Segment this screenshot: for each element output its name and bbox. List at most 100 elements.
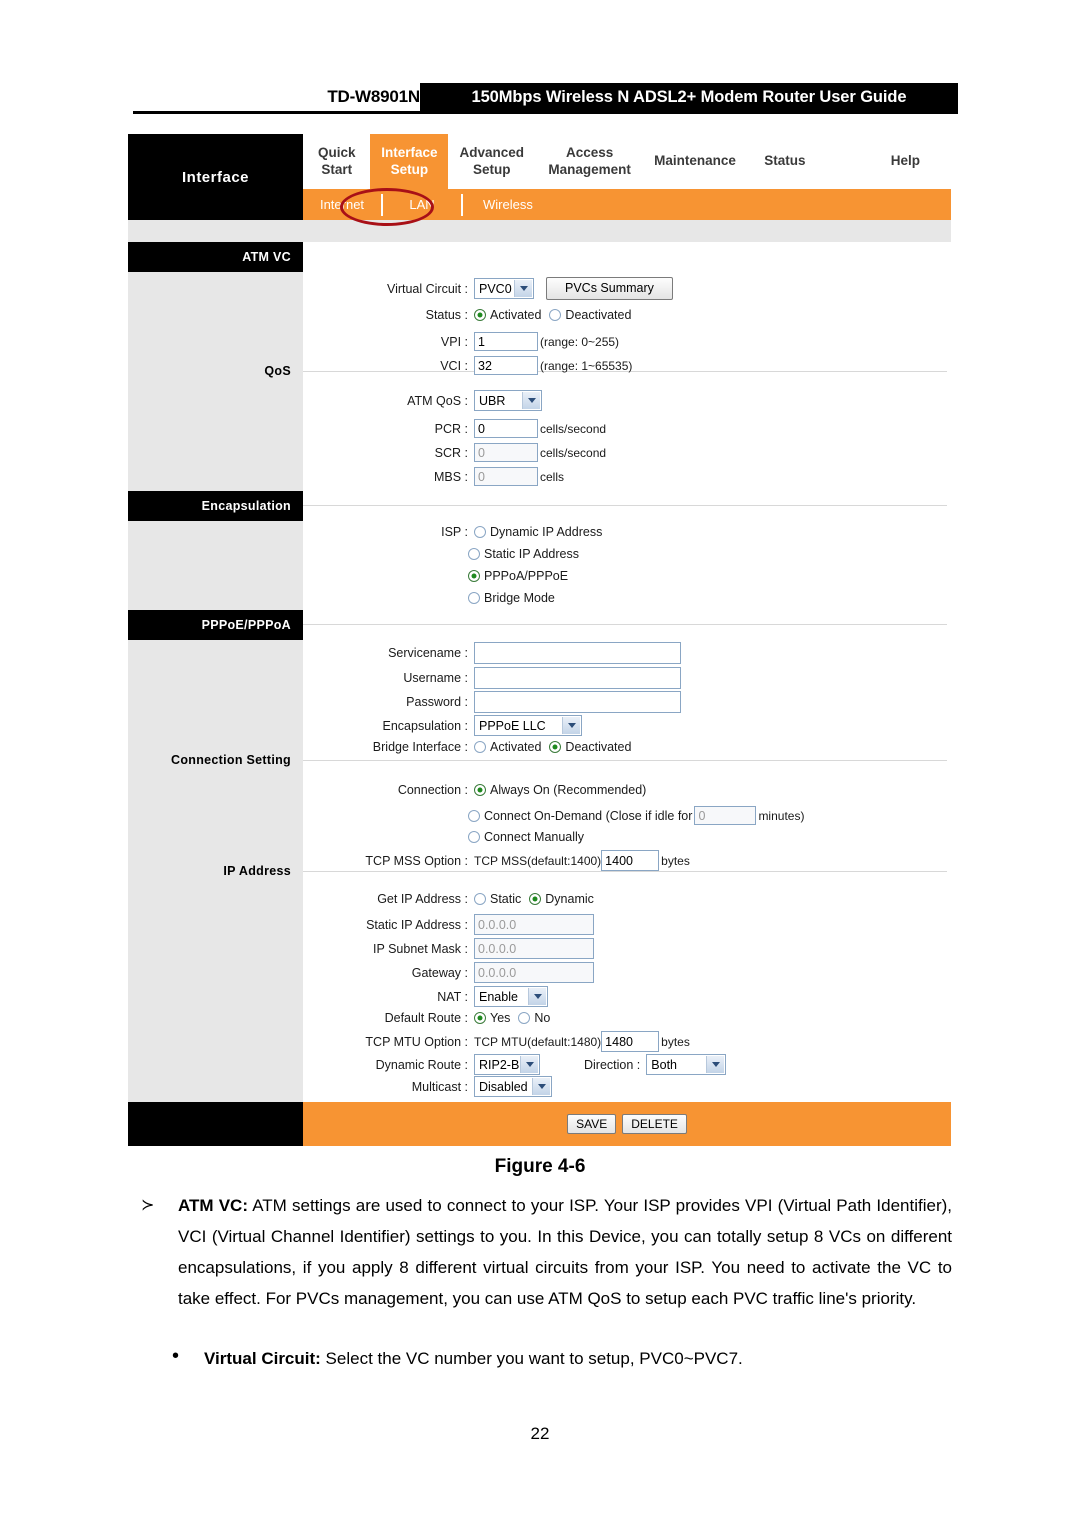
- router-navigation: Interface Quick Start Interface Setup Ad…: [128, 134, 951, 226]
- field-nat: NAT : Enable: [303, 986, 548, 1007]
- isp-radio-static-ip[interactable]: Static IP Address: [468, 547, 579, 561]
- field-connection: Connection : Always On (Recommended): [303, 783, 654, 797]
- status-radio-deactivated[interactable]: Deactivated: [549, 308, 631, 322]
- nat-select[interactable]: Enable: [474, 986, 548, 1007]
- field-password: Password :: [303, 691, 681, 713]
- radio-dot-icon: [549, 309, 562, 321]
- save-button[interactable]: SAVE: [567, 1113, 617, 1135]
- direction-select[interactable]: Both: [646, 1054, 727, 1075]
- isp-option-dynamic-ip: Dynamic IP Address: [490, 525, 603, 539]
- delete-button[interactable]: DELETE: [622, 1113, 687, 1135]
- scr-input[interactable]: [474, 443, 538, 462]
- tcp-mtu-input[interactable]: [601, 1031, 660, 1052]
- isp-option-bridge-mode: Bridge Mode: [484, 591, 555, 605]
- tab-status[interactable]: Status: [746, 134, 824, 189]
- nav-tab-bar: Quick Start Interface Setup Advanced Set…: [303, 134, 951, 189]
- radio-dot-icon: [468, 548, 480, 560]
- static-ip-label: Static IP Address :: [366, 917, 468, 932]
- tab-interface-setup[interactable]: Interface Setup: [370, 134, 449, 189]
- default-route-radio-no[interactable]: No: [518, 1011, 550, 1025]
- nat-label: NAT :: [437, 989, 468, 1004]
- get-ip-radio-dynamic[interactable]: Dynamic: [529, 892, 594, 906]
- status-radio-activated[interactable]: Activated: [474, 308, 541, 322]
- field-status: Status : Activated Deactivated: [303, 308, 639, 322]
- status-activated-label: Activated: [490, 308, 542, 322]
- nat-value: Enable: [479, 989, 518, 1004]
- tcp-mss-input[interactable]: [601, 850, 660, 871]
- connection-radio-manual[interactable]: Connect Manually: [468, 830, 584, 844]
- radio-dot-icon: [474, 893, 486, 905]
- atm-qos-select[interactable]: UBR: [474, 390, 542, 411]
- default-route-no-label: No: [534, 1011, 551, 1025]
- subtab-wireless[interactable]: Wireless: [463, 189, 593, 220]
- chevron-down-icon: [528, 988, 546, 1005]
- radio-dot-icon: [529, 893, 542, 905]
- multicast-select[interactable]: Disabled: [474, 1076, 552, 1097]
- isp-radio-bridge-mode[interactable]: Bridge Mode: [468, 591, 555, 605]
- chevron-down-icon: [532, 1078, 550, 1095]
- field-multicast: Multicast : Disabled: [303, 1076, 552, 1097]
- pvcs-summary-button[interactable]: PVCs Summary: [546, 277, 673, 300]
- connection-label: Connection :: [397, 783, 468, 797]
- field-dynamic-route: Dynamic Route : RIP2-B Direction : Both: [303, 1054, 727, 1075]
- static-ip-input[interactable]: [474, 914, 594, 935]
- subnet-input[interactable]: [474, 938, 594, 959]
- document-running-header: TD-W8901N 150Mbps Wireless N ADSL2+ Mode…: [133, 83, 958, 114]
- bridge-activated-label: Activated: [490, 740, 542, 754]
- get-ip-radio-static[interactable]: Static: [474, 892, 521, 906]
- default-route-radio-yes[interactable]: Yes: [474, 1011, 510, 1025]
- isp-radio-pppoa-pppoe[interactable]: PPPoA/PPPoE: [468, 569, 568, 583]
- connection-radio-on-demand[interactable]: Connect On-Demand (Close if idle for: [468, 809, 692, 823]
- atm-qos-value: UBR: [479, 393, 506, 408]
- field-connect-manually: Connect Manually: [468, 830, 592, 844]
- radio-dot-icon: [468, 592, 480, 604]
- idle-timeout-input[interactable]: [694, 806, 757, 825]
- tab-quick-start[interactable]: Quick Start: [303, 134, 370, 189]
- isp-radio-dynamic-ip[interactable]: Dynamic IP Address: [474, 525, 602, 539]
- connection-on-demand-label: Connect On-Demand (Close if idle for: [484, 808, 693, 823]
- nav-brand-label: Interface: [128, 134, 303, 220]
- mbs-input[interactable]: [474, 467, 538, 486]
- subtab-lan[interactable]: LAN: [383, 189, 461, 220]
- pcr-input[interactable]: [474, 419, 538, 438]
- servicename-input[interactable]: [474, 642, 681, 664]
- status-deactivated-label: Deactivated: [565, 308, 632, 322]
- username-input[interactable]: [474, 667, 681, 689]
- content-top-strip: [128, 220, 951, 242]
- vci-input[interactable]: [474, 356, 538, 375]
- radio-dot-icon: [474, 526, 486, 538]
- vpi-input[interactable]: [474, 332, 538, 351]
- tab-access-management[interactable]: Access Management: [535, 134, 644, 189]
- tab-maintenance-label: Maintenance: [654, 153, 736, 169]
- servicename-label: Servicename :: [388, 646, 468, 660]
- virtual-circuit-select[interactable]: PVC0: [474, 278, 534, 299]
- bridge-radio-activated[interactable]: Activated: [474, 740, 541, 754]
- field-scr: SCR : cells/second: [303, 443, 606, 462]
- tcp-mtu-prefix: TCP MTU(default:1480): [474, 1034, 602, 1049]
- scr-label: SCR :: [434, 445, 468, 460]
- connection-radio-always-on[interactable]: Always On (Recommended): [474, 783, 646, 797]
- bridge-interface-label: Bridge Interface :: [372, 740, 468, 754]
- gateway-input[interactable]: [474, 962, 594, 983]
- bridge-radio-deactivated[interactable]: Deactivated: [549, 740, 631, 754]
- nav-subtab-bar: Internet LAN Wireless: [303, 189, 951, 220]
- dynamic-route-select[interactable]: RIP2-B: [474, 1054, 540, 1075]
- field-gateway: Gateway :: [303, 962, 594, 983]
- virtual-circuit-value: PVC0: [479, 281, 512, 296]
- tab-help[interactable]: Help: [860, 134, 951, 189]
- vci-label: VCI :: [440, 358, 468, 373]
- field-isp: ISP : Dynamic IP Address: [303, 525, 610, 539]
- encapsulation-select[interactable]: PPPoE LLC: [474, 715, 582, 736]
- username-label: Username :: [403, 671, 468, 685]
- tab-advanced-setup[interactable]: Advanced Setup: [448, 134, 535, 189]
- mbs-unit: cells: [540, 469, 565, 484]
- field-isp-bridge: Bridge Mode: [468, 591, 563, 605]
- connect-manually-label: Connect Manually: [484, 830, 585, 844]
- field-tcp-mss: TCP MSS Option : TCP MSS(default:1400) b…: [303, 850, 690, 871]
- page-number: 22: [530, 1424, 550, 1443]
- subtab-internet[interactable]: Internet: [303, 189, 381, 220]
- router-web-ui-screenshot: Interface Quick Start Interface Setup Ad…: [128, 134, 951, 1146]
- dynamic-route-value: RIP2-B: [479, 1057, 520, 1072]
- password-input[interactable]: [474, 691, 681, 713]
- tab-maintenance[interactable]: Maintenance: [644, 134, 746, 189]
